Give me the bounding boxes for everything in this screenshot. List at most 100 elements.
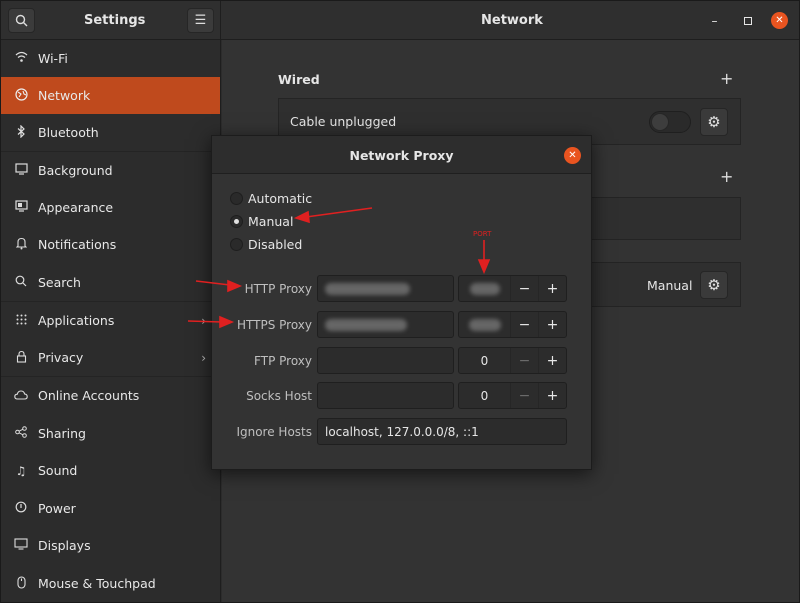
- sidebar-item-network[interactable]: Network: [1, 77, 220, 114]
- sidebar-item-label: Background: [38, 163, 113, 178]
- add-wired-button[interactable]: +: [720, 69, 733, 88]
- sidebar-item-background[interactable]: Background: [1, 152, 220, 189]
- close-icon: ✕: [775, 15, 784, 26]
- mouse-icon: [13, 575, 29, 592]
- sidebar-item-mouse-touchpad[interactable]: Mouse & Touchpad: [1, 565, 220, 602]
- radio-button-selected[interactable]: [230, 215, 243, 228]
- http-port-increment[interactable]: +: [538, 276, 566, 301]
- sidebar-item-bluetooth[interactable]: Bluetooth: [1, 114, 220, 151]
- http-port-spinner[interactable]: − +: [458, 275, 567, 302]
- https-port-spinner[interactable]: − +: [458, 311, 567, 338]
- header-bar: Settings ☰ Network – ✕: [1, 1, 799, 40]
- radio-button[interactable]: [230, 238, 243, 251]
- network-globe-icon: [13, 87, 29, 104]
- redacted-text: [469, 282, 500, 295]
- ftp-port-increment[interactable]: +: [538, 348, 566, 373]
- menu-button[interactable]: ☰: [187, 8, 214, 33]
- sidebar-item-label: Power: [38, 501, 76, 516]
- wired-status: Cable unplugged: [290, 114, 397, 129]
- dialog-header: Network Proxy ✕: [212, 136, 591, 174]
- minimize-button[interactable]: –: [706, 12, 723, 29]
- minus-icon: −: [518, 352, 531, 369]
- sidebar-item-applications[interactable]: Applications ›: [1, 302, 220, 339]
- http-port-decrement[interactable]: −: [510, 276, 538, 301]
- wired-section-title: Wired: [278, 72, 320, 87]
- radio-label: Automatic: [248, 191, 313, 206]
- cloud-icon: [13, 389, 29, 403]
- sidebar-item-appearance[interactable]: Appearance: [1, 189, 220, 226]
- radio-label: Manual: [248, 214, 294, 229]
- sidebar-item-wifi[interactable]: Wi-Fi: [1, 40, 220, 77]
- socks-port-value[interactable]: 0: [459, 383, 510, 408]
- ftp-port-value[interactable]: 0: [459, 348, 510, 373]
- sidebar-item-label: Applications: [38, 313, 115, 328]
- proxy-settings-button[interactable]: ⚙: [700, 271, 728, 299]
- radio-label: Disabled: [248, 237, 303, 252]
- http-port-value[interactable]: [459, 276, 510, 301]
- display-icon: [13, 538, 29, 553]
- add-vpn-button[interactable]: +: [720, 167, 733, 186]
- close-button[interactable]: ✕: [771, 12, 788, 29]
- dialog-title: Network Proxy: [349, 148, 454, 163]
- sidebar-item-label: Online Accounts: [38, 388, 140, 403]
- wired-toggle[interactable]: [649, 111, 691, 133]
- settings-window: Settings ☰ Network – ✕ Wi-Fi Network Blu…: [0, 0, 800, 603]
- ftp-port-decrement[interactable]: −: [510, 348, 538, 373]
- radio-automatic[interactable]: Automatic: [230, 191, 312, 206]
- plus-icon: +: [546, 280, 559, 297]
- sidebar-item-displays[interactable]: Displays: [1, 527, 220, 564]
- maximize-button[interactable]: [739, 12, 756, 29]
- hamburger-icon: ☰: [194, 13, 207, 28]
- ftp-port-spinner[interactable]: 0 − +: [458, 347, 567, 374]
- redacted-text: [468, 318, 501, 331]
- sidebar-item-label: Mouse & Touchpad: [38, 576, 156, 591]
- sidebar: Wi-Fi Network Bluetooth Background Appea…: [1, 40, 221, 602]
- socks-host-input[interactable]: [317, 382, 454, 409]
- sidebar-item-power[interactable]: Power: [1, 490, 220, 527]
- redacted-text: [325, 318, 407, 331]
- minus-icon: −: [518, 387, 531, 404]
- sidebar-item-sound[interactable]: ♫ Sound: [1, 452, 220, 489]
- header-sidebar-section: Settings ☰: [1, 1, 221, 40]
- https-port-value[interactable]: [459, 312, 510, 337]
- plus-icon: +: [546, 387, 559, 404]
- sidebar-item-label: Notifications: [38, 237, 117, 252]
- socks-port-decrement[interactable]: −: [510, 383, 538, 408]
- appearance-icon: [13, 200, 29, 215]
- sidebar-item-notifications[interactable]: Notifications: [1, 226, 220, 263]
- socks-port-increment[interactable]: +: [538, 383, 566, 408]
- sidebar-item-label: Bluetooth: [38, 125, 99, 140]
- http-proxy-label: HTTP Proxy: [244, 282, 312, 296]
- ignore-hosts-input[interactable]: localhost, 127.0.0.0/8, ::1: [317, 418, 567, 445]
- dialog-close-button[interactable]: ✕: [564, 147, 581, 164]
- sidebar-item-label: Sharing: [38, 426, 86, 441]
- network-proxy-dialog: Network Proxy ✕ Automatic Manual Disable…: [211, 135, 592, 470]
- sidebar-item-online-accounts[interactable]: Online Accounts: [1, 377, 220, 414]
- maximize-icon: [743, 16, 752, 25]
- wired-settings-button[interactable]: ⚙: [700, 108, 728, 136]
- sidebar-item-label: Appearance: [38, 200, 114, 215]
- sidebar-item-label: Search: [38, 275, 81, 290]
- ftp-proxy-input[interactable]: [317, 347, 454, 374]
- minimize-icon: –: [711, 13, 718, 28]
- https-proxy-input[interactable]: [317, 311, 454, 338]
- sidebar-item-privacy[interactable]: Privacy ›: [1, 339, 220, 376]
- search-button[interactable]: [8, 8, 35, 33]
- bell-icon: [13, 237, 29, 253]
- sidebar-item-sharing[interactable]: Sharing: [1, 415, 220, 452]
- sidebar-item-label: Privacy: [38, 350, 84, 365]
- http-proxy-input[interactable]: [317, 275, 454, 302]
- sidebar-item-label: Network: [38, 88, 91, 103]
- ftp-proxy-label: FTP Proxy: [254, 354, 312, 368]
- https-port-increment[interactable]: +: [538, 312, 566, 337]
- page-title: Network: [481, 13, 543, 28]
- https-port-decrement[interactable]: −: [510, 312, 538, 337]
- radio-disabled[interactable]: Disabled: [230, 237, 302, 252]
- music-note-icon: ♫: [15, 463, 27, 478]
- sidebar-item-search[interactable]: Search: [1, 264, 220, 301]
- chevron-right-icon: ›: [201, 313, 206, 328]
- radio-button[interactable]: [230, 192, 243, 205]
- plus-icon: +: [720, 167, 734, 186]
- socks-port-spinner[interactable]: 0 − +: [458, 382, 567, 409]
- radio-manual[interactable]: Manual: [230, 214, 293, 229]
